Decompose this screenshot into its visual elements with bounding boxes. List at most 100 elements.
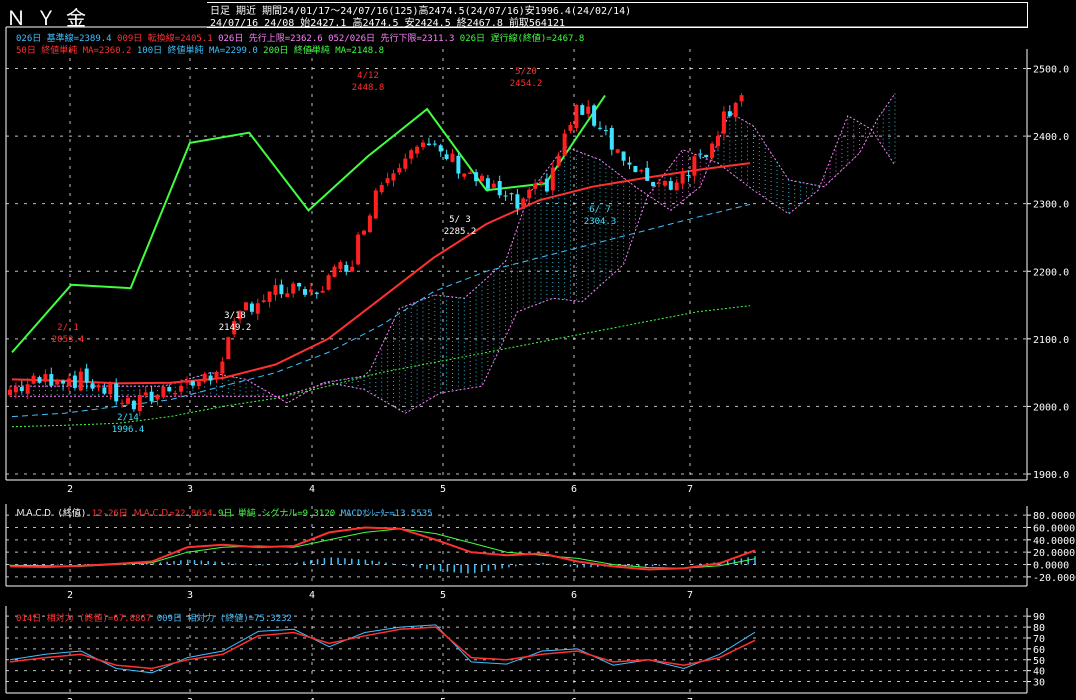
- y-tick-label: 80: [1033, 623, 1045, 634]
- annotation-date: 4/12: [357, 71, 379, 81]
- candle-body: [61, 380, 66, 384]
- candle-body: [432, 143, 437, 145]
- candle-body: [568, 124, 573, 131]
- candle-body: [78, 371, 83, 391]
- x-tick-label: 7: [687, 484, 693, 495]
- candle-body: [367, 215, 372, 233]
- ohlc-info: 24/07/16 24/08 始2427.1 高2474.5 安2424.5 終…: [210, 18, 566, 29]
- candle-body: [291, 283, 296, 294]
- candle-body: [415, 146, 420, 154]
- candle-body: [397, 168, 402, 173]
- y-tick-label: 2500.0: [1033, 65, 1069, 76]
- legend-ma100: 100日 終値単純 MA=2299.0: [136, 46, 258, 56]
- ma200-line: [11, 305, 751, 428]
- y-tick-label: 2000.0: [1033, 402, 1069, 413]
- legend-chikou: 026日 遅行線(終値)=2467.8: [459, 34, 585, 44]
- candle-body: [385, 178, 390, 184]
- y-tick-label: 40.0000: [1033, 536, 1075, 547]
- candle-body: [485, 178, 490, 189]
- x-tick-label: 4: [309, 484, 315, 495]
- candle-body: [704, 154, 709, 158]
- candle-body: [96, 385, 101, 388]
- candles: [8, 93, 744, 417]
- y-tick-label: 60: [1033, 645, 1045, 656]
- candle-body: [598, 127, 602, 129]
- x-tick-label: 7: [687, 590, 693, 601]
- candle-body: [615, 149, 620, 153]
- candle-body: [674, 182, 679, 191]
- y-tick-label: 40: [1033, 667, 1045, 678]
- candle-body: [550, 167, 555, 191]
- y-tick-label: 2200.0: [1033, 267, 1069, 278]
- candle-body: [126, 397, 130, 404]
- ma100-line: [11, 203, 751, 418]
- candle-body: [733, 102, 738, 118]
- candle-body: [244, 302, 248, 311]
- legend-macd-title: ＭＡＣＤ (終値): [16, 509, 87, 519]
- candle-body: [208, 375, 213, 381]
- candle-body: [639, 170, 644, 172]
- legend-ma200: 200日 終値単純 MA=2148.8: [263, 46, 385, 56]
- candle-body: [527, 189, 532, 199]
- candle-body: [403, 158, 408, 169]
- candle-body: [261, 300, 266, 302]
- candle-body: [167, 386, 172, 392]
- candle-body: [67, 378, 71, 386]
- candle-body: [161, 386, 166, 398]
- candle-body: [474, 172, 479, 182]
- candle-body: [438, 145, 443, 152]
- candle-body: [633, 165, 638, 173]
- candle-body: [102, 387, 107, 394]
- candle-body: [55, 381, 60, 385]
- chart-canvas: 1900.02000.02100.02200.02300.02400.02500…: [5, 26, 1076, 700]
- y-tick-label: 2100.0: [1033, 335, 1069, 346]
- annotation-value: 2454.2: [510, 79, 543, 89]
- candle-body: [686, 174, 691, 176]
- annotation-date: 2/14: [117, 413, 139, 423]
- candle-body: [592, 105, 597, 126]
- y-tick-label: 60.0000: [1033, 523, 1075, 534]
- candle-body: [308, 289, 313, 293]
- annotation-value: 2053.4: [52, 335, 85, 345]
- ichimoku-cloud: [9, 93, 896, 414]
- candle-body: [19, 387, 24, 391]
- annotation-date: 6/ 7: [589, 205, 611, 215]
- candle-body: [721, 111, 726, 134]
- annotation-value: 1996.4: [112, 425, 145, 435]
- x-tick-label: 3: [187, 484, 193, 495]
- chikou-line: [11, 94, 606, 354]
- candle-body: [267, 291, 272, 302]
- y-tick-label: 20.0000: [1033, 548, 1075, 559]
- candle-body: [450, 153, 455, 162]
- candle-body: [297, 283, 302, 287]
- candle-body: [214, 371, 219, 379]
- candle-body: [202, 373, 207, 382]
- candle-body: [72, 375, 77, 388]
- candle-body: [196, 381, 201, 387]
- candle-body: [303, 289, 307, 295]
- legend-ma50: 50日 終値単純 MA=2360.2: [16, 46, 132, 56]
- candle-body: [421, 142, 425, 148]
- y-tick-label: 2300.0: [1033, 200, 1069, 211]
- y-tick-label: 1900.0: [1033, 470, 1069, 481]
- legend-macd-osc: MACDｵｼﾚｰﾀｰ=13.5535: [340, 509, 433, 519]
- annotation-date: 3/18: [224, 311, 246, 321]
- y-tick-label: 0.0000: [1033, 561, 1069, 572]
- candle-body: [120, 402, 125, 404]
- y-tick-label: 70: [1033, 634, 1045, 645]
- x-tick-label: 2: [67, 590, 73, 601]
- candle-body: [249, 303, 254, 312]
- candle-body: [739, 95, 744, 102]
- x-tick-label: 5: [440, 484, 446, 495]
- candle-body: [716, 135, 720, 147]
- candle-body: [556, 155, 561, 166]
- candle-body: [727, 111, 732, 117]
- candle-body: [25, 384, 30, 394]
- rsi14-line: [9, 626, 756, 670]
- candle-body: [137, 394, 142, 412]
- candle-body: [544, 178, 549, 192]
- candle-body: [273, 285, 278, 295]
- y-tick-label: 50: [1033, 656, 1045, 667]
- candle-body: [391, 173, 396, 181]
- y-tick-label: 30: [1033, 678, 1045, 689]
